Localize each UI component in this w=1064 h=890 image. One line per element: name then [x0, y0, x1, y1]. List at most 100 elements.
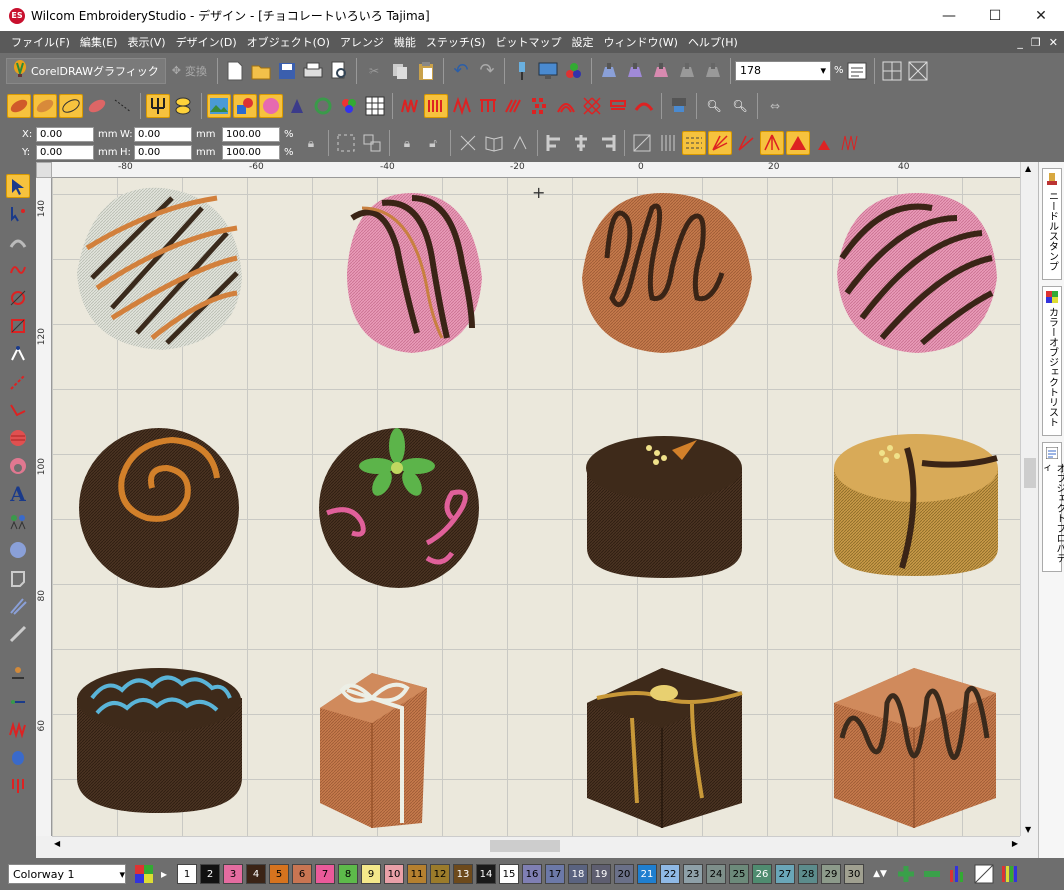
color-swatch[interactable]: 16: [522, 864, 542, 884]
tab-object-properties[interactable]: オブジェクトプロパティ: [1039, 442, 1064, 572]
menu-arrange[interactable]: アレンジ: [335, 34, 389, 50]
color-swatch[interactable]: 12: [430, 864, 450, 884]
color-swatch[interactable]: 28: [798, 864, 818, 884]
color-swatch[interactable]: 21: [637, 864, 657, 884]
thread-list-icon[interactable]: [998, 862, 1022, 886]
color-swatch[interactable]: 20: [614, 864, 634, 884]
color-swatch[interactable]: 25: [729, 864, 749, 884]
zigzag-red-icon[interactable]: [6, 718, 30, 742]
machine-icon-3[interactable]: [649, 59, 673, 83]
lettering-icon[interactable]: A: [6, 482, 30, 506]
new-file-icon[interactable]: [223, 59, 247, 83]
node-tool-icon[interactable]: [6, 342, 30, 366]
w-field[interactable]: 0.00: [134, 126, 192, 142]
swirl-bonbon[interactable]: [79, 428, 239, 588]
scale-y-field[interactable]: 100.00: [222, 144, 280, 160]
scissors-tool-icon[interactable]: [6, 314, 30, 338]
leaf-fill-icon[interactable]: [7, 94, 31, 118]
monitor-icon[interactable]: [536, 59, 560, 83]
orange-truffle[interactable]: [582, 193, 752, 353]
polyline-icon[interactable]: [6, 398, 30, 422]
hatch-tool-icon[interactable]: [6, 594, 30, 618]
group-icon[interactable]: [360, 131, 384, 155]
align-left-icon[interactable]: [543, 131, 567, 155]
menu-edit[interactable]: 編集(E): [75, 34, 123, 50]
color-swatch[interactable]: 30: [844, 864, 864, 884]
menu-function[interactable]: 機能: [389, 34, 421, 50]
color-swatch[interactable]: 23: [683, 864, 703, 884]
stitch-cross-icon[interactable]: [528, 94, 552, 118]
print-icon[interactable]: [301, 59, 325, 83]
satin-leaf-icon[interactable]: [33, 94, 57, 118]
fill-triangle-icon[interactable]: [812, 131, 836, 155]
scroll-right-icon[interactable]: ▶: [1012, 839, 1018, 848]
zoom-100-icon[interactable]: 🔍︎: [728, 94, 752, 118]
shape-leaf-icon[interactable]: [85, 94, 109, 118]
flower-bonbon[interactable]: [319, 428, 479, 588]
hoop-icon[interactable]: [667, 94, 691, 118]
add-color-icon[interactable]: [894, 862, 918, 886]
remove-color-icon[interactable]: [920, 862, 944, 886]
scale-x-field[interactable]: 100.00: [222, 126, 280, 142]
white-truffle[interactable]: [77, 187, 242, 350]
reshape-icon[interactable]: [456, 131, 480, 155]
mdi-restore-button[interactable]: ❐: [1031, 36, 1041, 49]
open-folder-icon[interactable]: [249, 59, 273, 83]
design-canvas[interactable]: +: [52, 178, 1020, 836]
coreldraw-button[interactable]: CorelDRAWグラフィック: [6, 57, 166, 84]
select-corners-icon[interactable]: [334, 131, 358, 155]
fork-red-icon[interactable]: [6, 774, 30, 798]
spool-icon[interactable]: [6, 746, 30, 770]
gift-box-chocolate[interactable]: [320, 673, 427, 828]
x-field[interactable]: 0.00: [36, 126, 94, 142]
color-swatch[interactable]: 13: [453, 864, 473, 884]
color-swatch[interactable]: 9: [361, 864, 381, 884]
menu-object[interactable]: オブジェクト(O): [242, 34, 335, 50]
save-icon[interactable]: [275, 59, 299, 83]
stitch-satin-icon[interactable]: [424, 94, 448, 118]
fork-tool-icon[interactable]: [146, 94, 170, 118]
fill-grid-icon[interactable]: [630, 131, 654, 155]
color-swatch[interactable]: 24: [706, 864, 726, 884]
menu-stitch[interactable]: ステッチ(S): [421, 34, 491, 50]
pink-dark-truffle[interactable]: [837, 193, 997, 353]
stitch-arc-icon[interactable]: [554, 94, 578, 118]
scroll-up-icon[interactable]: ▲: [1025, 164, 1031, 173]
colorway-select[interactable]: Colorway 1 ▾: [8, 864, 126, 884]
lock-proportion-icon[interactable]: 🔒︎: [299, 131, 323, 155]
align-right-icon[interactable]: [595, 131, 619, 155]
stitch-curve-icon[interactable]: [632, 94, 656, 118]
stitch-motif-icon[interactable]: [606, 94, 630, 118]
arc-tool-icon[interactable]: [6, 230, 30, 254]
redo-icon[interactable]: ↷: [475, 59, 499, 83]
palette-icon[interactable]: [337, 94, 361, 118]
shapes-icon[interactable]: [233, 94, 257, 118]
book-icon[interactable]: [482, 131, 506, 155]
cylinder-bonbon-dark[interactable]: [586, 436, 742, 578]
team-names-icon[interactable]: [6, 510, 30, 534]
zoom-in-icon[interactable]: 🔍︎: [702, 94, 726, 118]
gold-ribbon-box[interactable]: [587, 668, 743, 828]
fill-dashed-icon[interactable]: [682, 131, 706, 155]
color-swatch[interactable]: 4: [246, 864, 266, 884]
run-stitch-icon[interactable]: [6, 370, 30, 394]
copy-icon[interactable]: [388, 59, 412, 83]
blue-lace-cylinder[interactable]: [77, 668, 242, 813]
horizontal-scroll-thumb[interactable]: [490, 840, 560, 852]
knife-tool-icon[interactable]: [6, 286, 30, 310]
bitmap-picture-icon[interactable]: [207, 94, 231, 118]
travel-icon[interactable]: [6, 690, 30, 714]
thread-chart-icon[interactable]: [946, 862, 970, 886]
horizontal-scrollbar[interactable]: ◀ ▶: [52, 836, 1020, 854]
reshape-arrow-icon[interactable]: [6, 202, 30, 226]
color-swatch[interactable]: 2: [200, 864, 220, 884]
menu-file[interactable]: ファイル(F): [6, 34, 75, 50]
zoom-combo[interactable]: 178 ▾: [734, 60, 831, 81]
cut-icon[interactable]: ✂: [362, 59, 386, 83]
color-swatch[interactable]: 1: [177, 864, 197, 884]
no-color-icon[interactable]: [972, 862, 996, 886]
menu-settings[interactable]: 設定: [566, 34, 598, 50]
vertical-scrollbar[interactable]: ▲ ▼: [1020, 162, 1038, 836]
appliqué-icon[interactable]: [6, 566, 30, 590]
mdi-minimize-button[interactable]: _: [1017, 36, 1023, 49]
